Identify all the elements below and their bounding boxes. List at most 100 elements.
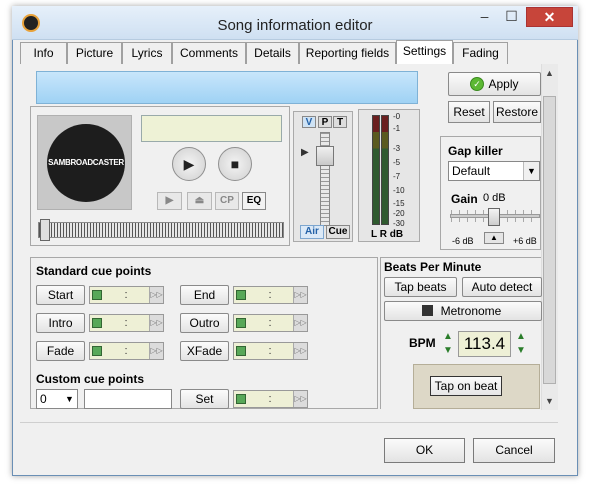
seek-thumb[interactable]: [40, 219, 50, 241]
fader-arrow-icon: ▶: [301, 147, 309, 158]
cue-start-time[interactable]: : ▷▷: [89, 286, 164, 304]
left-level-meter: [372, 115, 380, 225]
goto-icon[interactable]: ▷▷: [293, 391, 307, 407]
bpm-value[interactable]: 113.4: [458, 331, 511, 357]
chevron-down-icon[interactable]: ▼: [62, 390, 77, 408]
meter-label: L R dB: [371, 229, 404, 240]
bpm-increase-up-icon[interactable]: ▲: [516, 331, 526, 342]
cue-time-text: :: [268, 345, 272, 357]
meter-scale-label: -15: [393, 199, 405, 208]
v-toggle[interactable]: V: [302, 116, 316, 128]
goto-icon[interactable]: ▷▷: [149, 343, 163, 359]
gap-killer-title: Gap killer: [448, 144, 503, 158]
tab-lyrics[interactable]: Lyrics: [122, 42, 172, 64]
eject-button[interactable]: ⏏: [187, 192, 212, 210]
goto-icon[interactable]: ▷▷: [149, 287, 163, 303]
cue-indicator: [236, 394, 246, 404]
tab-fading[interactable]: Fading: [453, 42, 508, 64]
play-button[interactable]: ▶: [172, 147, 206, 181]
cue-indicator: [236, 290, 246, 300]
reset-button[interactable]: Reset: [448, 101, 490, 123]
cue-indicator: [92, 346, 102, 356]
scroll-down-icon[interactable]: ▼: [541, 396, 558, 406]
cue-time-text: :: [124, 345, 128, 357]
cue-time-text: :: [124, 289, 128, 301]
tab-settings[interactable]: Settings: [396, 40, 453, 64]
apply-button[interactable]: Apply: [448, 72, 541, 96]
cue-time-text: :: [268, 289, 272, 301]
cue-indicator: [236, 318, 246, 328]
ok-button[interactable]: OK: [384, 438, 465, 463]
tab-reporting-fields[interactable]: Reporting fields: [299, 42, 396, 64]
cue-time-text: :: [268, 393, 272, 405]
cue-start-button[interactable]: Start: [36, 285, 85, 305]
p-toggle[interactable]: P: [318, 116, 332, 128]
minimize-icon[interactable]: ‒: [471, 7, 498, 27]
gain-min-label: -6 dB: [452, 236, 474, 246]
dialog-divider: [20, 422, 558, 423]
cue-xfade-time[interactable]: : ▷▷: [233, 342, 308, 360]
seek-bar[interactable]: [38, 222, 284, 238]
tab-comments[interactable]: Comments: [172, 42, 246, 64]
right-level-meter: [381, 115, 389, 225]
restore-button[interactable]: Restore: [493, 101, 541, 123]
goto-icon[interactable]: ▷▷: [293, 287, 307, 303]
eq-button[interactable]: EQ: [242, 192, 266, 210]
goto-icon[interactable]: ▷▷: [293, 315, 307, 331]
tab-details[interactable]: Details: [246, 42, 299, 64]
metronome-icon: [422, 305, 433, 316]
cue-points-panel: [30, 257, 378, 409]
cue-xfade-button[interactable]: XFade: [180, 341, 229, 361]
bpm-label: BPM: [409, 336, 436, 350]
cue-fade-button[interactable]: Fade: [36, 341, 85, 361]
bpm-decrease-up-icon[interactable]: ▲: [443, 331, 453, 342]
bpm-increase-down-icon[interactable]: ▼: [516, 345, 526, 356]
custom-cue-name-input[interactable]: [84, 389, 172, 409]
gain-label: Gain: [451, 192, 478, 206]
cue-outro-time[interactable]: : ▷▷: [233, 314, 308, 332]
air-button[interactable]: Air: [300, 225, 324, 239]
custom-cue-points-title: Custom cue points: [36, 372, 145, 386]
bpm-decrease-down-icon[interactable]: ▼: [443, 345, 453, 356]
cue-end-button[interactable]: End: [180, 285, 229, 305]
scroll-thumb[interactable]: [543, 96, 556, 384]
sam-broadcaster-logo: SAMBROADCASTER: [47, 124, 125, 202]
meter-scale-label: -20: [393, 209, 405, 218]
tab-picture[interactable]: Picture: [67, 42, 122, 64]
stop-button[interactable]: ■: [218, 147, 252, 181]
chevron-down-icon[interactable]: ▼: [523, 162, 539, 180]
custom-cue-time[interactable]: : ▷▷: [233, 390, 308, 408]
cue-end-time[interactable]: : ▷▷: [233, 286, 308, 304]
cue-intro-time[interactable]: : ▷▷: [89, 314, 164, 332]
bpm-title: Beats Per Minute: [384, 260, 482, 274]
cue-button[interactable]: Cue: [326, 225, 350, 239]
check-icon: ✓: [470, 77, 484, 91]
meter-scale-label: -5: [393, 158, 401, 167]
meter-scale-label: -1: [393, 124, 401, 133]
t-toggle[interactable]: T: [333, 116, 347, 128]
gain-value: 0 dB: [483, 192, 506, 204]
meter-scale-label: -3: [393, 144, 401, 153]
close-icon[interactable]: ✕: [526, 7, 573, 27]
maximize-icon[interactable]: ☐: [498, 7, 525, 27]
goto-icon[interactable]: ▷▷: [149, 315, 163, 331]
gain-slider-knob[interactable]: [488, 208, 500, 226]
tap-beats-button[interactable]: Tap beats: [384, 277, 457, 297]
auto-detect-button[interactable]: Auto detect: [462, 277, 542, 297]
volume-fader-knob[interactable]: [316, 146, 334, 166]
level-meter-panel: [358, 109, 420, 242]
tap-on-beat-button[interactable]: Tap on beat: [430, 376, 502, 396]
custom-cue-set-button[interactable]: Set: [180, 389, 229, 409]
cue-outro-button[interactable]: Outro: [180, 313, 229, 333]
cp-button[interactable]: CP: [215, 192, 239, 210]
song-title-display: [36, 71, 418, 104]
tab-info[interactable]: Info: [20, 42, 67, 64]
cue-intro-button[interactable]: Intro: [36, 313, 85, 333]
cue-play-button[interactable]: ▶: [157, 192, 182, 210]
scroll-up-icon[interactable]: ▲: [541, 68, 558, 78]
metronome-button[interactable]: Metronome: [384, 301, 542, 321]
gain-reset-button[interactable]: ▲: [484, 232, 504, 244]
goto-icon[interactable]: ▷▷: [293, 343, 307, 359]
cancel-button[interactable]: Cancel: [473, 438, 555, 463]
cue-fade-time[interactable]: : ▷▷: [89, 342, 164, 360]
